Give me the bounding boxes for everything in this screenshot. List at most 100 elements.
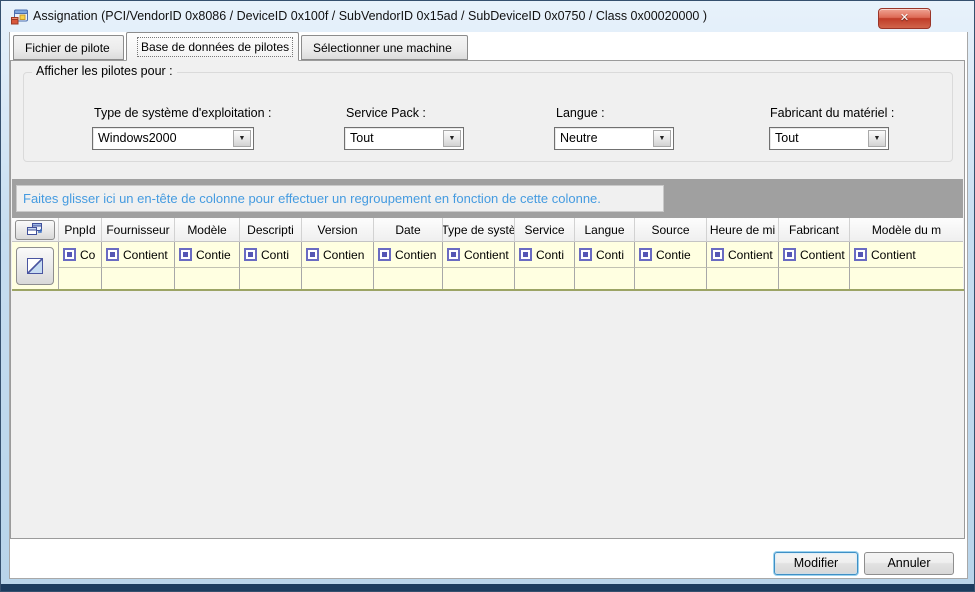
column-header-date[interactable]: Date (374, 218, 443, 242)
filter-input-fabricant[interactable] (779, 268, 850, 289)
tab-selectionner-machine[interactable]: Sélectionner une machine (301, 35, 468, 60)
form-app-icon (11, 9, 28, 25)
combo-dropdown-button[interactable]: ▼ (233, 130, 251, 147)
column-header-version[interactable]: Version (302, 218, 374, 242)
groupbox-title: Afficher les pilotes pour : (32, 64, 177, 78)
filter-operator-icon (306, 248, 319, 261)
filter-operator-source[interactable]: Contie (635, 242, 707, 268)
filter-input-service[interactable] (515, 268, 575, 289)
filter-operator-service[interactable]: Conti (515, 242, 575, 268)
filter-operator-label: Contient (123, 248, 168, 262)
filter-operator-icon (639, 248, 652, 261)
window-title: Assignation (PCI/VendorID 0x8086 / Devic… (33, 1, 707, 31)
filter-operator-label: Contien (323, 248, 364, 262)
tab-fichier-de-pilote[interactable]: Fichier de pilote (13, 35, 124, 60)
grid-bottom-divider (12, 289, 964, 291)
filter-operator-icon (783, 248, 796, 261)
filter-input-version[interactable] (302, 268, 374, 289)
column-header-service[interactable]: Service (515, 218, 575, 242)
column-header-fournisseur[interactable]: Fournisseur (102, 218, 175, 242)
filter-input-source[interactable] (635, 268, 707, 289)
combo-dropdown-button[interactable]: ▼ (868, 130, 886, 147)
filter-operator-fournisseur[interactable]: Contient (102, 242, 175, 268)
filter-operator-type-systeme[interactable]: Contient (443, 242, 515, 268)
column-header-description[interactable]: Descripti (240, 218, 302, 242)
tab-base-de-donnees[interactable]: Base de données de pilotes (126, 32, 299, 61)
filter-operator-pnpid[interactable]: Co (59, 242, 102, 268)
title-bar[interactable]: Assignation (PCI/VendorID 0x8086 / Devic… (1, 1, 974, 32)
filter-input-description[interactable] (240, 268, 302, 289)
combo-dropdown-button[interactable]: ▼ (653, 130, 671, 147)
combo-value: Neutre (560, 131, 598, 145)
filter-input-date[interactable] (374, 268, 443, 289)
service-pack-combobox[interactable]: Tout ▼ (344, 127, 464, 150)
tab-label: Base de données de pilotes (138, 38, 292, 56)
filter-operator-icon (579, 248, 592, 261)
window-bottom-edge (1, 584, 974, 591)
column-header-langue[interactable]: Langue (575, 218, 635, 242)
group-by-hint: Faites glisser ici un en-tête de colonne… (16, 185, 664, 212)
filter-operator-date[interactable]: Contien (374, 242, 443, 268)
chevron-down-icon: ▼ (659, 135, 666, 142)
chevron-down-icon: ▼ (239, 135, 246, 142)
modify-button[interactable]: Modifier (774, 552, 858, 575)
os-type-combobox[interactable]: Windows2000 ▼ (92, 127, 254, 150)
filter-input-type-systeme[interactable] (443, 268, 515, 289)
filter-operator-icon (711, 248, 724, 261)
language-label: Langue : (556, 106, 605, 120)
combo-value: Tout (350, 131, 374, 145)
filter-operator-modele[interactable]: Contie (175, 242, 240, 268)
column-header-heure[interactable]: Heure de mi (707, 218, 779, 242)
tab-label: Fichier de pilote (25, 41, 110, 55)
close-button[interactable]: ✕ (878, 8, 931, 29)
filter-operator-icon (179, 248, 192, 261)
hardware-vendor-combobox[interactable]: Tout ▼ (769, 127, 889, 150)
filter-input-modele[interactable] (175, 268, 240, 289)
tab-label: Sélectionner une machine (313, 41, 452, 55)
group-by-bar[interactable]: Faites glisser ici un en-tête de colonne… (12, 179, 963, 218)
filter-operator-label: Contient (871, 248, 916, 262)
combo-value: Tout (775, 131, 799, 145)
clear-filter-button[interactable] (16, 247, 54, 285)
combo-value: Windows2000 (98, 131, 177, 145)
dialog-window: Assignation (PCI/VendorID 0x8086 / Devic… (0, 0, 975, 592)
hardware-vendor-label: Fabricant du matériel : (770, 106, 894, 120)
filter-operator-modele-materiel[interactable]: Contient (850, 242, 963, 268)
tab-page-driver-database: Afficher les pilotes pour : Type de syst… (10, 60, 965, 539)
filter-operator-icon (854, 248, 867, 261)
clear-filter-cell (12, 242, 59, 289)
filter-input-row (59, 268, 964, 289)
column-chooser-button[interactable] (15, 220, 55, 240)
filter-operator-heure[interactable]: Contient (707, 242, 779, 268)
filter-operator-label: Conti (536, 248, 564, 262)
cancel-button[interactable]: Annuler (864, 552, 954, 575)
column-header-modele-materiel[interactable]: Modèle du m (850, 218, 963, 242)
chevron-down-icon: ▼ (449, 135, 456, 142)
filter-operator-icon (106, 248, 119, 261)
filter-operator-label: Contient (728, 248, 773, 262)
filter-operator-langue[interactable]: Conti (575, 242, 635, 268)
filter-operator-label: Contien (395, 248, 436, 262)
combo-dropdown-button[interactable]: ▼ (443, 130, 461, 147)
language-combobox[interactable]: Neutre ▼ (554, 127, 674, 150)
filter-input-langue[interactable] (575, 268, 635, 289)
filter-input-pnpid[interactable] (59, 268, 102, 289)
filter-input-fournisseur[interactable] (102, 268, 175, 289)
filter-operator-description[interactable]: Conti (240, 242, 302, 268)
close-icon: ✕ (900, 12, 909, 24)
column-header-modele[interactable]: Modèle (175, 218, 240, 242)
filter-operator-label: Co (80, 248, 95, 262)
filter-operator-fabricant[interactable]: Contient (779, 242, 850, 268)
filter-operator-icon (447, 248, 460, 261)
filter-operator-icon (63, 248, 76, 261)
filter-operator-version[interactable]: Contien (302, 242, 374, 268)
column-header-fabricant[interactable]: Fabricant (779, 218, 850, 242)
column-header-type-systeme[interactable]: Type de systè (443, 218, 515, 242)
filter-input-modele-materiel[interactable] (850, 268, 963, 289)
column-chooser-icon (27, 223, 43, 236)
column-header-source[interactable]: Source (635, 218, 707, 242)
service-pack-label: Service Pack : (346, 106, 426, 120)
filter-operator-label: Contient (464, 248, 509, 262)
column-header-pnpid[interactable]: PnpId (59, 218, 102, 242)
filter-input-heure[interactable] (707, 268, 779, 289)
